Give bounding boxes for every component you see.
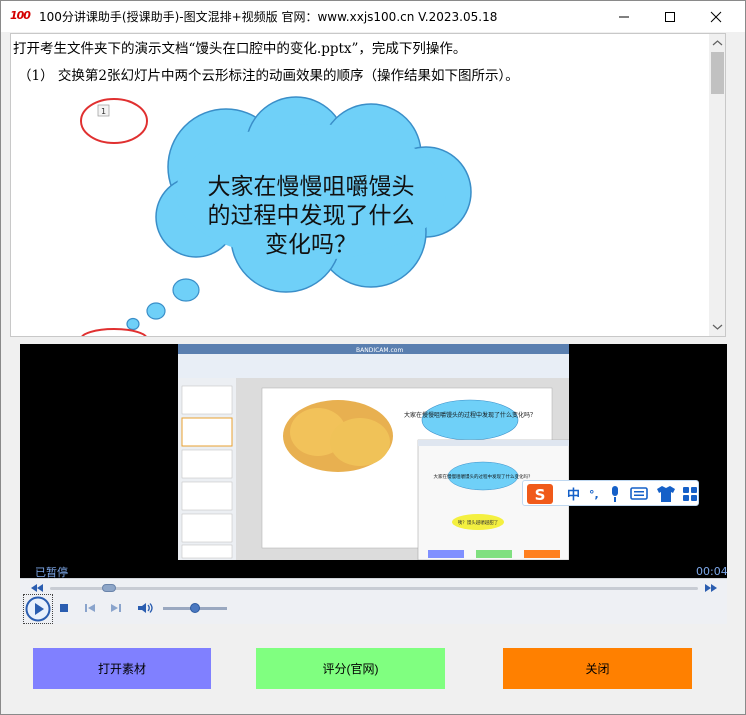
player-controls <box>20 578 727 624</box>
quit-button[interactable]: 关闭 <box>503 648 692 689</box>
play-button[interactable] <box>23 594 53 624</box>
skin-shirt-icon <box>657 486 675 502</box>
minimize-icon <box>619 16 629 17</box>
title-bar[interactable]: 100 100分讲课助手(授课助手)-图文混排+视频版 官网：www.xxjs1… <box>1 1 745 32</box>
open-material-button[interactable]: 打开素材 <box>33 648 211 689</box>
ime-toolbar[interactable]: S 中 °, <box>522 480 699 506</box>
volume-icon[interactable] <box>136 601 154 615</box>
video-content: BANDICAM.com 大家在慢慢咀嚼馒头的过程中发现了什么变化吗？ 大家在慢 <box>178 344 569 560</box>
score-button[interactable]: 评分(官网) <box>256 648 445 689</box>
ime-toolbar-icons: S 中 °, <box>527 484 697 504</box>
cloud-text-line2: 的过程中发现了什么 <box>208 203 415 229</box>
minimize-button[interactable] <box>601 1 647 32</box>
seek-back-icon[interactable] <box>30 583 44 593</box>
close-icon <box>710 11 722 22</box>
scroll-down-icon[interactable] <box>709 320 726 334</box>
document-scrollbar[interactable] <box>709 34 726 336</box>
stop-icon[interactable] <box>58 602 70 614</box>
previous-icon[interactable] <box>83 602 97 614</box>
main-window: 100 100分讲课助手(授课助手)-图文混排+视频版 官网：www.xxjs1… <box>0 0 746 715</box>
svg-text:S: S <box>535 486 546 504</box>
ime-punct-label: °, <box>589 488 599 501</box>
question-document[interactable]: 打开考生文件夹下的演示文档“馒头在口腔中的变化.pptx”，完成下列操作。 （1… <box>10 33 726 337</box>
scrollbar-thumb[interactable] <box>711 52 724 94</box>
cloud-text-line3: 变化吗？ <box>265 232 357 258</box>
cloud-text-line1: 大家在慢慢咀嚼馒头 <box>208 174 415 200</box>
window-title: 100分讲课助手(授课助手)-图文混排+视频版 官网：www.xxjs100.c… <box>39 10 498 24</box>
seek-bar[interactable] <box>50 584 698 592</box>
animation-order-number: 1 <box>101 107 106 116</box>
video-cloud-text-2: 大家在慢慢咀嚼馒头的过程中发现了什么变化吗？ <box>434 473 533 480</box>
seek-forward-icon[interactable] <box>704 583 718 593</box>
animation-marker-circle <box>80 98 148 144</box>
question-instruction: 打开考生文件夹下的演示文档“馒头在口腔中的变化.pptx”，完成下列操作。 <box>13 41 467 57</box>
playback-time: 00:04 <box>696 565 728 578</box>
volume-handle[interactable] <box>190 603 200 613</box>
close-button[interactable] <box>693 1 739 32</box>
toolbox-grid-icon <box>683 487 697 501</box>
video-frame[interactable]: BANDICAM.com 大家在慢慢咀嚼馒头的过程中发现了什么变化吗？ 大家在慢 <box>178 344 569 560</box>
question-step-1: （1） 交换第2张幻灯片中两个云形标注的动画效果的顺序（操作结果如下图所示）。 <box>18 68 519 84</box>
video-cloud-text-3: 咦？馒头越嚼越甜了 <box>458 519 499 526</box>
microphone-icon <box>612 486 618 502</box>
ime-mode-label: 中 <box>567 487 580 503</box>
maximize-icon <box>665 11 675 22</box>
scroll-up-icon[interactable] <box>709 36 726 50</box>
play-icon <box>25 596 51 622</box>
recorder-watermark: BANDICAM.com <box>356 347 403 354</box>
seek-handle[interactable] <box>101 584 116 592</box>
volume-slider[interactable] <box>163 603 227 613</box>
app-logo-icon: 100 <box>10 9 31 22</box>
video-cloud-text-1: 大家在慢慢咀嚼馒头的过程中发现了什么变化吗？ <box>404 411 536 419</box>
slide-illustration: 1 大家在慢慢咀嚼馒头 的过程中发现了什么 变化吗？ <box>80 96 472 336</box>
next-icon[interactable] <box>109 602 123 614</box>
keyboard-icon <box>630 487 648 500</box>
maximize-button[interactable] <box>647 1 693 32</box>
animation-marker-circle-2 <box>81 328 147 336</box>
